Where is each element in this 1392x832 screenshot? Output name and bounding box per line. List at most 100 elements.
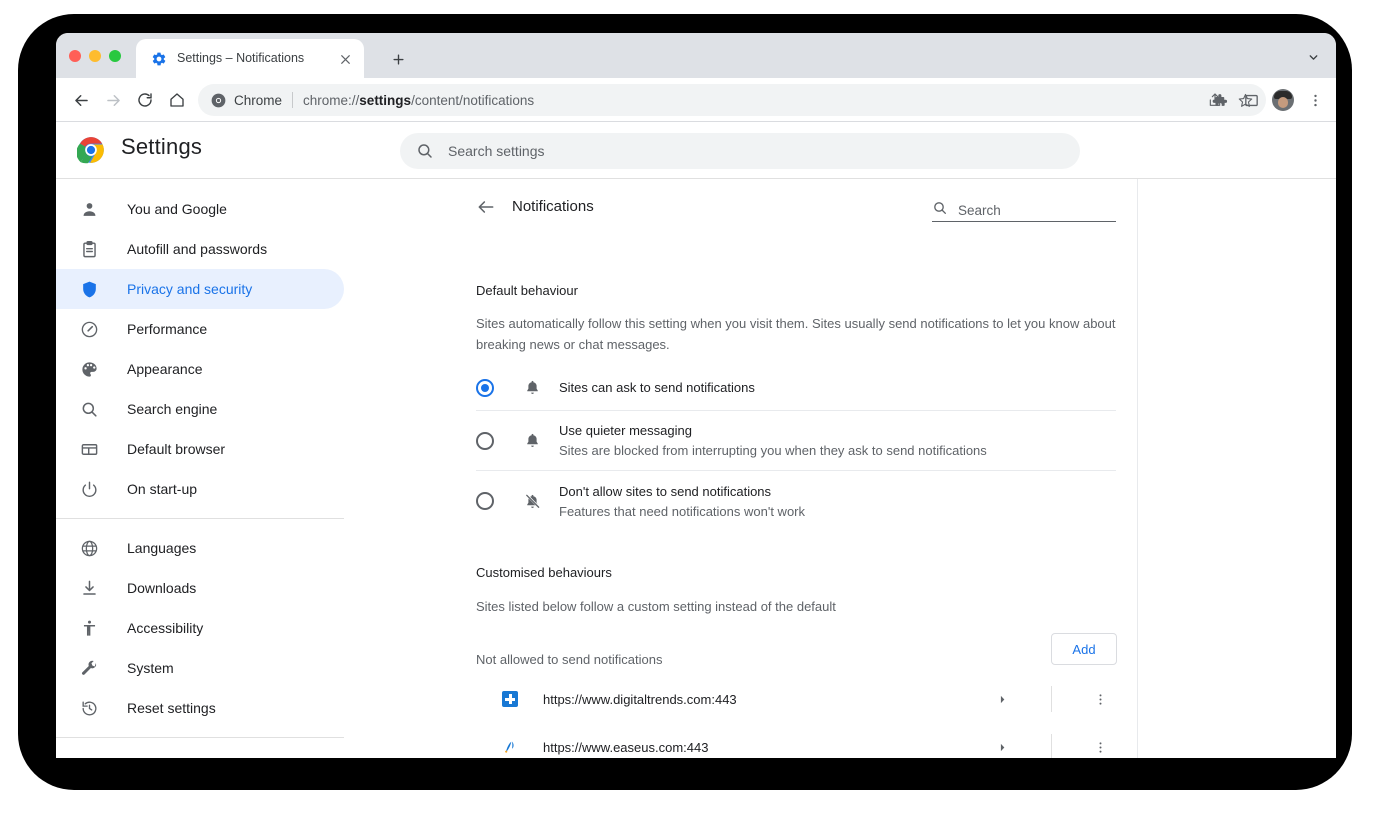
browser-window: Settings – Notifications Chrome chrome:/… <box>56 33 1336 758</box>
three-dot-menu-icon[interactable] <box>1302 87 1328 113</box>
sidebar-item-search-engine[interactable]: Search engine <box>56 389 344 429</box>
settings-page: Settings Search settings You and Google … <box>56 122 1336 758</box>
sidebar-item-system[interactable]: System <box>56 648 344 688</box>
security-chip-label: Chrome <box>234 92 283 108</box>
window-minimise-button[interactable] <box>89 50 101 62</box>
tab-strip: Settings – Notifications <box>56 33 1336 78</box>
sidebar-item-you-and-google[interactable]: You and Google <box>56 189 344 229</box>
site-name: https://www.digitaltrends.com:443 <box>543 691 737 707</box>
extension-icon <box>79 757 99 758</box>
new-tab-button[interactable] <box>384 45 412 73</box>
radio-texts: Don't allow sites to send notifications … <box>559 482 805 521</box>
home-button[interactable] <box>164 87 190 113</box>
site-row[interactable]: https://www.digitaltrends.com:443 <box>502 675 1142 723</box>
add-site-button[interactable]: Add <box>1051 633 1117 665</box>
back-button[interactable] <box>68 87 94 113</box>
bell-icon <box>522 378 542 398</box>
reload-button[interactable] <box>132 87 158 113</box>
customised-behaviours-description: Sites listed below follow a custom setti… <box>476 599 836 614</box>
notifications-search-box[interactable] <box>932 192 1135 222</box>
palette-icon <box>79 359 99 379</box>
sidebar-item-label: Downloads <box>127 580 197 596</box>
sidebar-item-appearance[interactable]: Appearance <box>56 349 344 389</box>
address-bar[interactable]: Chrome chrome://settings/content/notific… <box>198 84 1266 116</box>
sidebar-item-autofill-and-passwords[interactable]: Autofill and passwords <box>56 229 344 269</box>
chrome-logo-icon <box>210 92 226 108</box>
sidebar-item-privacy-and-security[interactable]: Privacy and security <box>56 269 344 309</box>
browser-window-icon <box>79 439 99 459</box>
sidebar-item-performance[interactable]: Performance <box>56 309 344 349</box>
search-icon <box>79 399 99 419</box>
window-close-button[interactable] <box>69 50 81 62</box>
search-input[interactable] <box>448 143 1064 159</box>
bell-off-icon <box>522 491 542 511</box>
sidebar-divider <box>56 518 344 519</box>
sidebar-item-on-start-up[interactable]: On start-up <box>56 469 344 509</box>
radio-title: Use quieter messaging <box>559 423 692 438</box>
notifications-search-input[interactable] <box>958 203 1135 218</box>
chevron-right-icon[interactable] <box>994 739 1010 755</box>
sidebar-item-default-browser[interactable]: Default browser <box>56 429 344 469</box>
back-to-site-settings-button[interactable] <box>474 195 498 219</box>
sidebar-item-languages[interactable]: Languages <box>56 528 344 568</box>
sidebar-item-label: Accessibility <box>127 620 204 636</box>
browser-tab[interactable]: Settings – Notifications <box>136 39 364 78</box>
settings-header: Settings <box>56 122 1336 178</box>
radio-row-sites-can-ask[interactable]: Sites can ask to send notifications <box>476 365 1116 411</box>
not-allowed-list-label: Not allowed to send notifications <box>476 652 663 667</box>
tab-title: Settings – Notifications <box>177 51 305 65</box>
chevron-down-icon[interactable] <box>1302 46 1324 68</box>
close-icon[interactable] <box>336 50 354 68</box>
sidebar-item-label: You and Google <box>127 201 227 217</box>
settings-main: Notifications Default b <box>362 179 1336 758</box>
window-maximise-button[interactable] <box>109 50 121 62</box>
settings-sidebar: You and Google Autofill and passwords Pr… <box>56 179 361 758</box>
radio-texts: Use quieter messaging Sites are blocked … <box>559 421 987 460</box>
shield-icon <box>79 279 99 299</box>
sidebar-item-label: Default browser <box>127 441 226 457</box>
puzzle-piece-icon[interactable] <box>1206 87 1232 113</box>
content-title: Notifications <box>512 198 594 215</box>
sidebar-item-downloads[interactable]: Downloads <box>56 568 344 608</box>
row-divider <box>1051 734 1052 758</box>
radio-row-quieter-messaging[interactable]: Use quieter messaging Sites are blocked … <box>476 411 1116 471</box>
radio-title: Sites can ask to send notifications <box>559 380 755 395</box>
sidebar-item-label: Autofill and passwords <box>127 241 268 257</box>
settings-gear-icon <box>151 51 167 67</box>
wrench-icon <box>79 658 99 678</box>
accessibility-icon <box>79 618 99 638</box>
search-icon <box>932 200 948 216</box>
sidebar-item-label: System <box>127 660 174 676</box>
radio-button[interactable] <box>476 431 494 450</box>
sidebar-item-label: Appearance <box>127 361 203 377</box>
site-row[interactable]: https://www.easeus.com:443 <box>502 723 1142 758</box>
chevron-right-icon[interactable] <box>994 691 1010 707</box>
sidebar-item-label: Languages <box>127 540 197 556</box>
sidebar-item-label: Performance <box>127 321 208 337</box>
forward-button[interactable] <box>100 87 126 113</box>
search-icon <box>416 142 434 160</box>
radio-row-dont-allow[interactable]: Don't allow sites to send notifications … <box>476 471 1116 531</box>
browser-toolbar: Chrome chrome://settings/content/notific… <box>56 78 1336 122</box>
sidebar-item-label: Privacy and security <box>127 281 253 297</box>
download-icon <box>79 578 99 598</box>
three-dot-menu-icon[interactable] <box>1090 689 1110 709</box>
clipboard-icon <box>79 239 99 259</box>
avatar[interactable] <box>1270 87 1296 113</box>
radio-title: Don't allow sites to send notifications <box>559 483 772 499</box>
radio-button[interactable] <box>476 492 494 510</box>
sidebar-item-reset-settings[interactable]: Reset settings <box>56 688 344 728</box>
radio-subtitle: Features that need notifications won't w… <box>559 503 806 519</box>
sidebar-item-extensions[interactable]: Extensions <box>56 747 344 758</box>
three-dot-menu-icon[interactable] <box>1090 737 1110 757</box>
settings-body: You and Google Autofill and passwords Pr… <box>56 178 1336 758</box>
omnibox-divider <box>292 92 294 108</box>
url-bold-segment: settings <box>359 92 412 108</box>
side-panel-icon[interactable] <box>1238 87 1264 113</box>
sidebar-item-label: On start-up <box>127 481 198 497</box>
speedometer-icon <box>79 319 99 339</box>
settings-search-box[interactable] <box>400 133 1080 169</box>
content-header: Notifications <box>362 179 1137 239</box>
radio-button[interactable] <box>476 378 494 397</box>
sidebar-item-accessibility[interactable]: Accessibility <box>56 608 344 648</box>
